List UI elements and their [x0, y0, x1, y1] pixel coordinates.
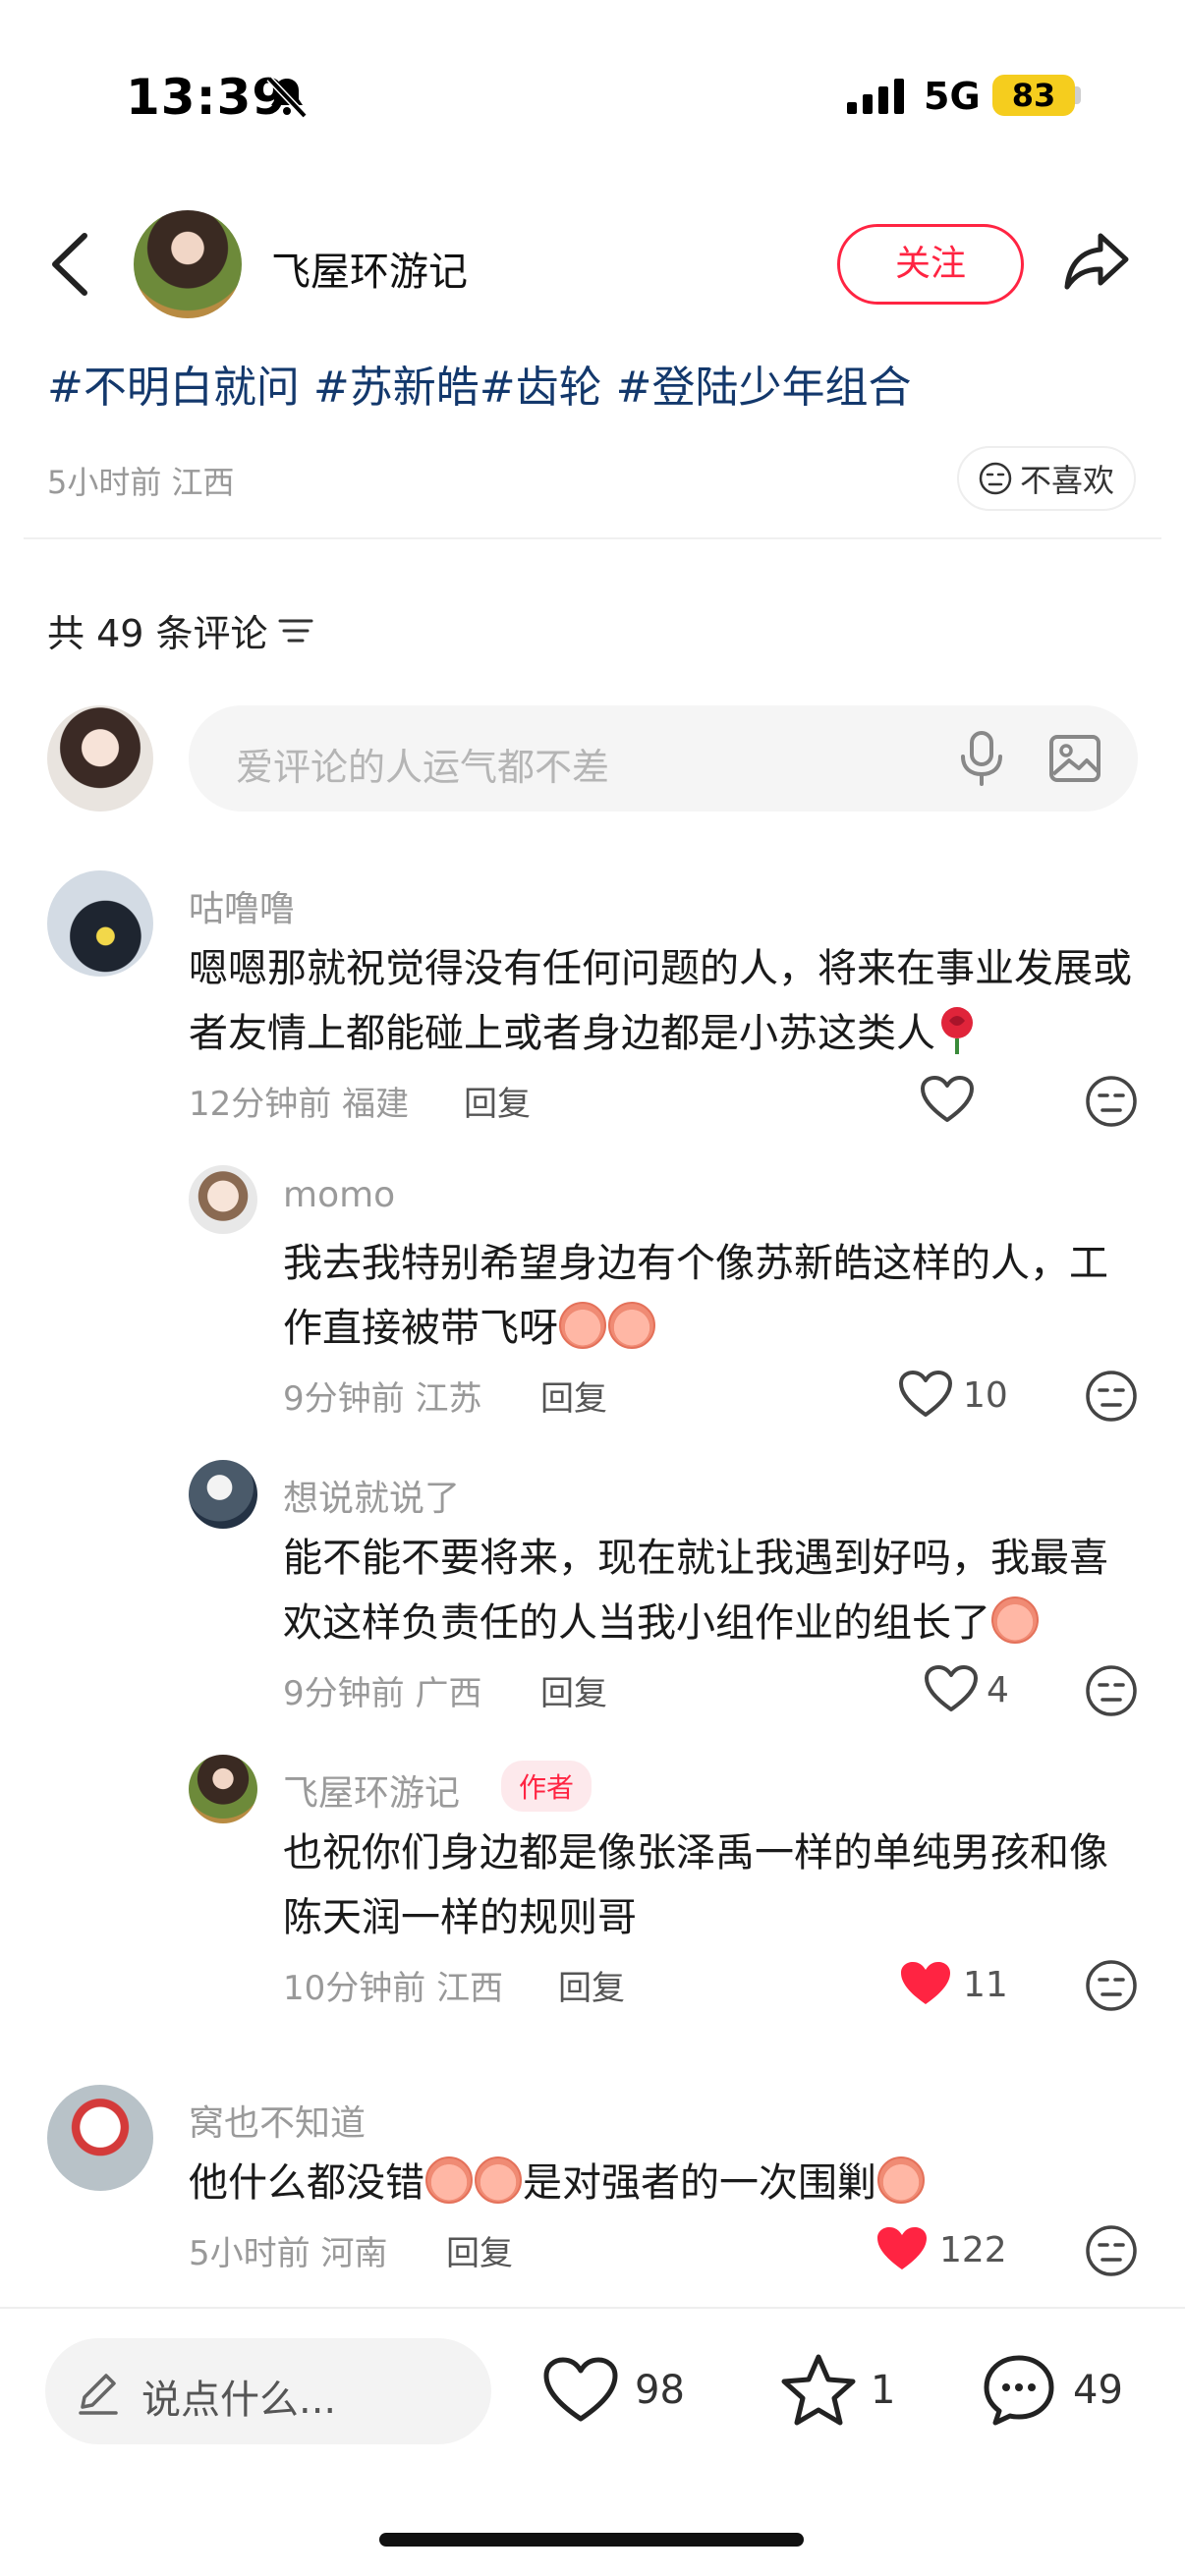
bottom-input-label[interactable]: 说点什么...: [141, 2368, 336, 2425]
comment-text[interactable]: 能不能不要将来，现在就让我遇到好吗，我最喜欢这样负责任的人当我小组作业的组长了: [283, 1526, 1128, 1655]
image-icon[interactable]: [1047, 731, 1102, 786]
commenter-name[interactable]: 咕噜噜: [189, 880, 295, 931]
commenter-avatar[interactable]: [47, 870, 153, 977]
comment-bubble-icon[interactable]: [981, 2352, 1057, 2429]
crying-peach-emoji: [877, 2156, 925, 2204]
comment-text-body: 我去我特别希望身边有个像苏新皓这样的人，工作直接被带飞呀: [283, 1241, 1108, 1351]
crying-peach-emoji: [425, 2156, 473, 2204]
battery-cap: [1075, 86, 1081, 104]
author-avatar[interactable]: [134, 210, 242, 318]
dislike-button[interactable]: 不喜欢: [957, 446, 1136, 511]
dislike-face-icon[interactable]: [1085, 2224, 1138, 2277]
like-count: 11: [963, 1965, 1008, 2005]
like-count: 10: [963, 1375, 1008, 1416]
like-heart-icon[interactable]: [924, 1664, 979, 1713]
comment-meta: 9分钟前 广西: [283, 1674, 482, 1713]
comment-text[interactable]: 嗯嗯那就祝觉得没有任何问题的人，将来在事业发展或者友情上都能碰上或者身边都是小苏…: [189, 936, 1138, 1066]
comment-text-part: 他什么都没错: [189, 2160, 424, 2206]
commenter-avatar[interactable]: [47, 2085, 153, 2191]
dislike-face-icon[interactable]: [1085, 1075, 1138, 1128]
comment-text[interactable]: 他什么都没错 是对强者的一次围剿: [189, 2151, 1138, 2215]
comment-input-placeholder[interactable]: 爱评论的人运气都不差: [236, 737, 609, 791]
author-badge: 作者: [501, 1761, 592, 1812]
dislike-face-icon[interactable]: [1085, 1370, 1138, 1423]
network-label: 5G: [924, 75, 981, 118]
section-divider: [24, 537, 1161, 539]
reply-button[interactable]: 回复: [446, 2226, 513, 2274]
reply-button[interactable]: 回复: [540, 1372, 607, 1420]
commenter-avatar[interactable]: [189, 1460, 257, 1529]
liked-heart-icon[interactable]: [875, 2224, 930, 2273]
comment-text[interactable]: 也祝你们身边都是像张泽禹一样的单纯男孩和像陈天润一样的规则哥: [283, 1820, 1128, 1950]
post-meta: 5小时前 江西: [47, 464, 235, 501]
meh-face-icon: [979, 462, 1012, 495]
pencil-icon: [79, 2374, 118, 2415]
author-name[interactable]: 飞屋环游记: [271, 240, 468, 297]
comment-meta: 5小时前 河南: [189, 2234, 388, 2273]
like-total: 98: [635, 2368, 685, 2413]
my-avatar: [47, 705, 153, 812]
silent-bell-icon: [266, 76, 308, 119]
like-count: 122: [939, 2230, 1007, 2270]
dislike-face-icon[interactable]: [1085, 1959, 1138, 2012]
reply-button[interactable]: 回复: [464, 1077, 531, 1125]
reply-button[interactable]: 回复: [558, 1961, 625, 2009]
rose-emoji: [941, 1007, 973, 1054]
comment-meta: 10分钟前 江西: [283, 1969, 504, 2008]
commenter-name[interactable]: 窝也不知道: [189, 2095, 366, 2146]
comment-count[interactable]: 共 49 条评论: [47, 603, 313, 657]
commenter-name[interactable]: 想说就说了: [283, 1470, 460, 1521]
comment-meta: 9分钟前 江苏: [283, 1379, 482, 1419]
follow-button[interactable]: 关注: [837, 224, 1024, 305]
like-count: 4: [987, 1670, 1009, 1710]
share-icon[interactable]: [1061, 226, 1132, 297]
comment-text-body: 能不能不要将来，现在就让我遇到好吗，我最喜欢这样负责任的人当我小组作业的组长了: [283, 1536, 1108, 1646]
like-icon[interactable]: [542, 2356, 619, 2425]
comment-count-label: 共 49 条评论: [47, 612, 268, 655]
comment-total: 49: [1073, 2368, 1123, 2413]
commenter-name[interactable]: 飞屋环游记: [283, 1764, 460, 1816]
dislike-label: 不喜欢: [1019, 462, 1114, 499]
peach-emoji: [991, 1596, 1039, 1644]
post-tags[interactable]: #不明白就问 #苏新皓#齿轮 #登陆少年组合: [47, 352, 911, 415]
comment-text-body: 嗯嗯那就祝觉得没有任何问题的人，将来在事业发展或者友情上都能碰上或者身边都是小苏…: [189, 946, 1132, 1056]
liked-heart-icon[interactable]: [898, 1959, 953, 2008]
commenter-name[interactable]: momo: [283, 1175, 395, 1215]
comment-text-part: 是对强者的一次围剿: [523, 2160, 876, 2206]
comment-meta: 12分钟前 福建: [189, 1085, 410, 1124]
peach-emoji: [559, 1302, 606, 1349]
comment-text[interactable]: 我去我特别希望身边有个像苏新皓这样的人，工作直接被带飞呀: [283, 1231, 1128, 1361]
like-heart-icon[interactable]: [898, 1370, 953, 1419]
commenter-avatar[interactable]: [189, 1755, 257, 1823]
sort-icon[interactable]: [278, 616, 313, 645]
bottom-divider: [0, 2307, 1185, 2309]
peach-emoji: [608, 1302, 655, 1349]
like-heart-icon[interactable]: [920, 1075, 975, 1124]
battery-indicator: 83: [992, 75, 1075, 116]
star-icon[interactable]: [780, 2352, 857, 2429]
reply-button[interactable]: 回复: [540, 1666, 607, 1714]
microphone-icon[interactable]: [955, 729, 1008, 788]
crying-peach-emoji: [475, 2156, 522, 2204]
dislike-face-icon[interactable]: [1085, 1664, 1138, 1717]
star-total: 1: [871, 2368, 896, 2413]
commenter-avatar[interactable]: [189, 1165, 257, 1234]
back-arrow-icon[interactable]: [45, 230, 94, 299]
home-indicator[interactable]: [379, 2533, 804, 2547]
signal-icon: [847, 79, 904, 114]
